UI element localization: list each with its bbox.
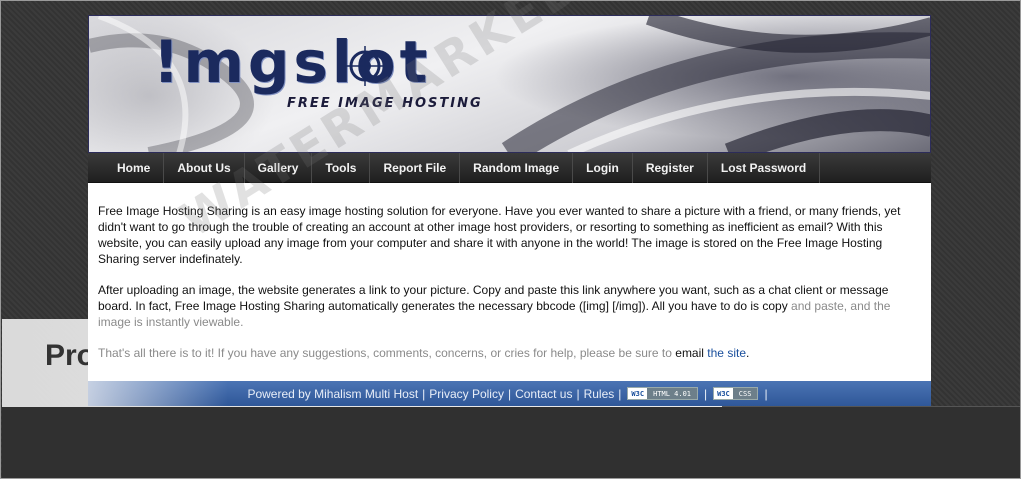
site-header: !mgslot FREE IMAGE HOSTING — [88, 15, 931, 153]
contact-paragraph: That's all there is to it! If you have a… — [98, 345, 917, 361]
footer-separator: | — [507, 386, 512, 401]
w3c-html-badge-logo: W3C — [628, 388, 648, 399]
w3c-html-badge[interactable]: W3C HTML 4.01 — [627, 387, 698, 400]
footer-separator: | — [422, 386, 426, 401]
site-tagline: FREE IMAGE HOSTING — [287, 96, 483, 111]
privacy-policy-link[interactable]: Privacy Policy — [429, 387, 504, 401]
powered-by-link[interactable]: Powered by Mihalism Multi Host — [247, 387, 418, 401]
contact-paragraph-text: That's all there is to it! If you have a… — [98, 346, 672, 360]
footer-separator: | — [764, 386, 768, 401]
footer-separator: | — [618, 386, 622, 401]
contact-us-link[interactable]: Contact us — [515, 387, 572, 401]
nav-item-register[interactable]: Register — [633, 153, 708, 183]
intro-paragraph: Free Image Hosting Sharing is an easy im… — [98, 204, 901, 266]
nav-item-random-image[interactable]: Random Image — [460, 153, 574, 183]
site-logo[interactable]: !mgslot — [153, 32, 431, 92]
logo-text: !mgslot — [153, 28, 432, 96]
main-nav: Home About Us Gallery Tools Report File … — [88, 153, 931, 183]
main-content: Free Image Hosting Sharing is an easy im… — [88, 183, 931, 381]
nav-item-report-file[interactable]: Report File — [370, 153, 461, 183]
site-container: !mgslot FREE IMAGE HOSTING Home About Us… — [88, 15, 931, 406]
w3c-css-badge-label: CSS — [732, 388, 758, 399]
w3c-css-badge-logo: W3C — [714, 388, 733, 399]
upload-paragraph-text: After uploading an image, the website ge… — [98, 283, 889, 313]
contact-paragraph-end: . — [746, 346, 750, 360]
footer-fade-overlay — [88, 381, 228, 406]
nav-item-gallery[interactable]: Gallery — [245, 153, 313, 183]
nav-item-login[interactable]: Login — [573, 153, 633, 183]
nav-item-home[interactable]: Home — [104, 153, 165, 183]
nav-item-lost-password[interactable]: Lost Password — [708, 153, 821, 183]
rules-link[interactable]: Rules — [584, 387, 615, 401]
the-site-link[interactable]: the site — [707, 346, 746, 360]
contact-email-word: email — [675, 346, 704, 360]
screenshot-frame: Pro !mgslot FREE IMAGE HOSTING Home Abou… — [0, 0, 1021, 479]
nav-item-about-us[interactable]: About Us — [164, 153, 245, 183]
page-background-band — [2, 406, 1020, 478]
footer-separator: | — [576, 386, 580, 401]
crosshair-icon — [345, 46, 385, 86]
footer-separator: | — [704, 386, 708, 401]
w3c-css-badge[interactable]: W3C CSS — [713, 387, 759, 400]
nav-item-tools[interactable]: Tools — [312, 153, 371, 183]
upload-paragraph: After uploading an image, the website ge… — [98, 282, 917, 330]
w3c-html-badge-label: HTML 4.01 — [647, 388, 697, 399]
